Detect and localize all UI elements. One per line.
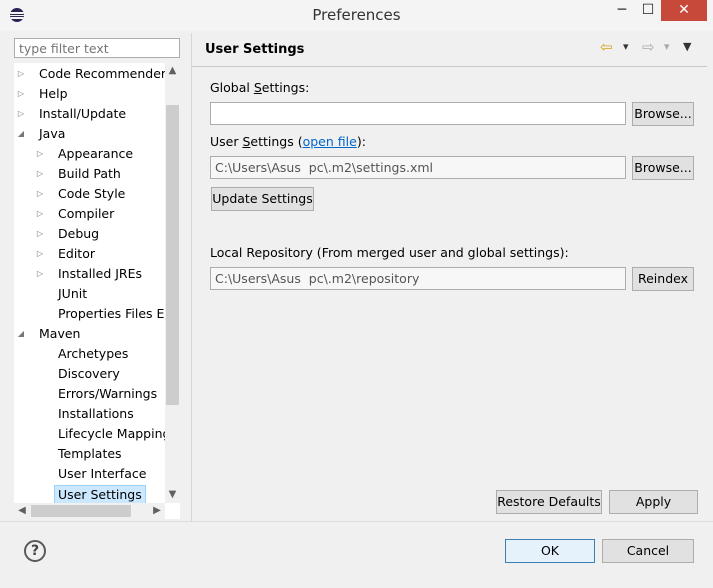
collapsed-arrow-icon[interactable]: ▷ bbox=[35, 184, 45, 204]
tree-item-label: Code Recommenders bbox=[39, 66, 173, 81]
update-settings-button[interactable]: Update Settings bbox=[211, 187, 314, 211]
scroll-left-icon[interactable]: ◀ bbox=[14, 503, 30, 519]
tree-item-label: Java bbox=[39, 126, 66, 141]
restore-defaults-button[interactable]: Restore Defaults bbox=[496, 490, 602, 514]
scroll-right-icon[interactable]: ▶ bbox=[149, 503, 165, 519]
local-repository-label: Local Repository (From merged user and g… bbox=[210, 245, 569, 260]
view-menu-icon[interactable]: ▼ bbox=[683, 40, 691, 53]
scroll-thumb[interactable] bbox=[166, 105, 179, 405]
local-repository-field[interactable] bbox=[210, 267, 626, 290]
tree-item-label: Lifecycle Mapping bbox=[58, 426, 171, 441]
collapsed-arrow-icon[interactable]: ▷ bbox=[35, 244, 45, 264]
tree-item-label: Debug bbox=[58, 226, 100, 241]
tree-item[interactable]: ▷ Installed JREs bbox=[14, 264, 180, 284]
tree-item-label: Build Path bbox=[58, 166, 121, 181]
tree-item-label: Editor bbox=[58, 246, 95, 261]
open-file-link[interactable]: open file bbox=[303, 134, 357, 149]
tree-item[interactable]: ▷ Compiler bbox=[14, 204, 180, 224]
expanded-arrow-icon[interactable]: ◢ bbox=[16, 324, 26, 344]
ok-button[interactable]: OK bbox=[505, 539, 595, 563]
collapsed-arrow-icon[interactable]: ▷ bbox=[35, 144, 45, 164]
tree-item-label: Install/Update bbox=[39, 106, 127, 121]
global-settings-label: Global Settings: bbox=[210, 80, 310, 95]
tree-item[interactable]: ▷ Install/Update bbox=[14, 104, 180, 124]
tree-item[interactable]: ◢ Maven bbox=[14, 324, 180, 344]
tree-horizontal-scrollbar[interactable]: ◀ ▶ bbox=[14, 503, 165, 519]
global-settings-field[interactable] bbox=[210, 102, 626, 125]
tree-vertical-scrollbar[interactable]: ▲ ▼ bbox=[165, 63, 180, 503]
user-settings-label: User Settings (open file): bbox=[210, 134, 366, 149]
back-arrow-icon[interactable]: ⇦ bbox=[600, 38, 613, 56]
tree-item[interactable]: Properties Files Ed bbox=[14, 304, 180, 324]
sash-divider[interactable] bbox=[191, 33, 192, 521]
collapsed-arrow-icon[interactable]: ▷ bbox=[35, 224, 45, 244]
forward-dropdown-icon[interactable]: ▾ bbox=[664, 40, 670, 53]
tree-item-label: Compiler bbox=[58, 206, 115, 221]
tree-item[interactable]: Installations bbox=[14, 404, 180, 424]
tree-item[interactable]: ▷ Debug bbox=[14, 224, 180, 244]
tree-item-label: Appearance bbox=[58, 146, 134, 161]
tree-item[interactable]: ▷ Editor bbox=[14, 244, 180, 264]
tree-item[interactable]: JUnit bbox=[14, 284, 180, 304]
tree-item[interactable]: ▷ Code Recommenders bbox=[14, 64, 180, 84]
tree-item-label: Code Style bbox=[58, 186, 126, 201]
tree-item[interactable]: ▷ Build Path bbox=[14, 164, 180, 184]
tree-item[interactable]: Archetypes bbox=[14, 344, 180, 364]
window-title: Preferences bbox=[312, 6, 401, 24]
expanded-arrow-icon[interactable]: ◢ bbox=[16, 124, 26, 144]
tree-item-label: Installations bbox=[58, 406, 134, 421]
scroll-down-icon[interactable]: ▼ bbox=[165, 487, 180, 503]
collapsed-arrow-icon[interactable]: ▷ bbox=[16, 104, 26, 124]
tree-item-label: Properties Files Ed bbox=[58, 306, 173, 321]
preference-tree: ▷ Code Recommenders ▷ Help ▷ Install/Update ◢ J… bbox=[14, 63, 180, 519]
user-browse-button[interactable]: Browse... bbox=[632, 156, 694, 180]
collapsed-arrow-icon[interactable]: ▷ bbox=[16, 64, 26, 84]
tree-item-label: Errors/Warnings bbox=[58, 386, 158, 401]
tree-item-label: Archetypes bbox=[58, 346, 129, 361]
tree-item-label: JUnit bbox=[58, 286, 88, 301]
title-bar[interactable]: Preferences ─ ☐ ✕ bbox=[0, 0, 713, 31]
filter-input[interactable] bbox=[14, 38, 180, 58]
user-settings-field[interactable] bbox=[210, 156, 626, 179]
horizontal-scroll-thumb[interactable] bbox=[31, 505, 131, 517]
tree-item-label: Maven bbox=[39, 326, 81, 341]
page-title: User Settings bbox=[205, 42, 305, 57]
preferences-window: Preferences ─ ☐ ✕ ▷ Code Recommenders ▷ Hel… bbox=[0, 0, 713, 588]
scroll-up-icon[interactable]: ▲ bbox=[165, 63, 180, 79]
footer-separator bbox=[0, 521, 713, 522]
title-separator bbox=[192, 66, 707, 67]
help-icon[interactable]: ? bbox=[24, 540, 46, 562]
tree-item[interactable]: ▷ Appearance bbox=[14, 144, 180, 164]
tree-item[interactable]: ▷ Code Style bbox=[14, 184, 180, 204]
tree-item-label: User Settings bbox=[54, 485, 146, 504]
maximize-button[interactable]: ☐ bbox=[635, 0, 661, 21]
global-browse-button[interactable]: Browse... bbox=[632, 102, 694, 126]
tree-item-label: Discovery bbox=[58, 366, 120, 381]
tree-item-label: Installed JREs bbox=[58, 266, 143, 281]
tree-item-label: Templates bbox=[58, 446, 122, 461]
back-dropdown-icon[interactable]: ▾ bbox=[623, 40, 629, 53]
collapsed-arrow-icon[interactable]: ▷ bbox=[35, 264, 45, 284]
collapsed-arrow-icon[interactable]: ▷ bbox=[16, 84, 26, 104]
forward-arrow-icon[interactable]: ⇨ bbox=[642, 38, 655, 56]
minimize-button[interactable]: ─ bbox=[609, 0, 635, 21]
tree-item[interactable]: User Settings bbox=[14, 484, 180, 504]
tree-item[interactable]: Discovery bbox=[14, 364, 180, 384]
tree-item[interactable]: Templates bbox=[14, 444, 180, 464]
tree-item[interactable]: ◢ Java bbox=[14, 124, 180, 144]
close-button[interactable]: ✕ bbox=[661, 0, 707, 21]
tree-item[interactable]: ▷ Help bbox=[14, 84, 180, 104]
tree-item[interactable]: Lifecycle Mapping bbox=[14, 424, 180, 444]
tree-item-label: Help bbox=[39, 86, 68, 101]
apply-button[interactable]: Apply bbox=[609, 490, 698, 514]
reindex-button[interactable]: Reindex bbox=[632, 267, 694, 291]
tree-item-label: User Interface bbox=[58, 466, 147, 481]
cancel-button[interactable]: Cancel bbox=[602, 539, 694, 563]
tree-item[interactable]: User Interface bbox=[14, 464, 180, 484]
tree-item[interactable]: Errors/Warnings bbox=[14, 384, 180, 404]
collapsed-arrow-icon[interactable]: ▷ bbox=[35, 204, 45, 224]
collapsed-arrow-icon[interactable]: ▷ bbox=[35, 164, 45, 184]
